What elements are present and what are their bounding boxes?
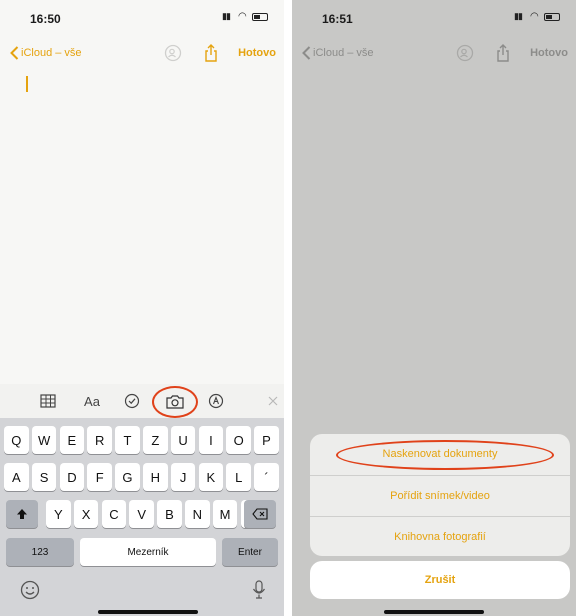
- signal-icon: ▮▮: [222, 11, 231, 21]
- add-people-icon[interactable]: [164, 44, 182, 62]
- backspace-icon: [252, 508, 268, 520]
- back-label: iCloud – vše: [21, 47, 82, 59]
- key-accent-9[interactable]: ´: [254, 463, 279, 491]
- nav-bar: iCloud – vše Hotovo: [292, 42, 576, 68]
- key-o[interactable]: O: [226, 426, 251, 454]
- add-people-icon[interactable]: [456, 44, 474, 62]
- markup-button[interactable]: [206, 391, 226, 411]
- home-indicator: [384, 610, 484, 614]
- space-key[interactable]: Mezerník: [80, 538, 216, 566]
- shift-icon: [17, 509, 27, 519]
- numbers-key[interactable]: 123: [6, 538, 74, 566]
- wifi-icon: ◠: [238, 11, 247, 22]
- key-r[interactable]: R: [87, 426, 112, 454]
- table-button[interactable]: [38, 391, 58, 411]
- key-k[interactable]: K: [198, 463, 224, 491]
- back-label: iCloud – vše: [313, 47, 374, 59]
- text-cursor: [26, 76, 28, 92]
- take-photo-video-option[interactable]: Pořídit snímek/video: [310, 475, 570, 515]
- back-button[interactable]: iCloud – vše: [302, 46, 374, 60]
- key-c[interactable]: C: [101, 500, 127, 528]
- status-icons: ▮▮ ◠: [222, 11, 268, 22]
- home-indicator: [98, 610, 198, 614]
- enter-key-label: Enter: [238, 546, 262, 558]
- done-button[interactable]: Hotovo: [530, 47, 568, 59]
- key-l[interactable]: L: [226, 463, 251, 491]
- back-button[interactable]: iCloud – vše: [10, 46, 82, 60]
- share-icon[interactable]: [204, 44, 218, 62]
- cancel-button[interactable]: Zrušit: [310, 561, 570, 599]
- emoji-icon: [20, 580, 40, 600]
- key-t[interactable]: T: [115, 426, 140, 454]
- table-icon: [40, 394, 56, 408]
- close-toolbar-button[interactable]: [266, 391, 280, 411]
- cancel-label: Zrušit: [424, 574, 456, 586]
- enter-key[interactable]: Enter: [222, 538, 278, 566]
- key-g[interactable]: G: [115, 463, 140, 491]
- key-j[interactable]: J: [170, 463, 196, 491]
- nav-bar: iCloud – vše Hotovo: [0, 42, 284, 68]
- key-x[interactable]: X: [73, 500, 99, 528]
- right-phone-screen: 16:51 ▮▮ ◠ iCloud – vše Hotovo Naskenova…: [292, 0, 576, 616]
- text-style-label: Aa: [84, 393, 100, 409]
- signal-icon: ▮▮: [514, 11, 523, 21]
- key-w[interactable]: W: [31, 426, 57, 454]
- key-n[interactable]: N: [185, 500, 210, 528]
- key-h[interactable]: H: [143, 463, 168, 491]
- battery-icon: [252, 12, 268, 21]
- key-f[interactable]: F: [87, 463, 112, 491]
- key-m[interactable]: M: [212, 500, 238, 528]
- key-a[interactable]: A: [4, 463, 29, 491]
- key-v[interactable]: V: [129, 500, 154, 528]
- checklist-icon: [124, 393, 140, 409]
- key-z[interactable]: Z: [143, 426, 168, 454]
- shift-key[interactable]: [6, 500, 38, 528]
- done-button[interactable]: Hotovo: [238, 47, 276, 59]
- annotation-circle-camera: [152, 386, 198, 418]
- emoji-button[interactable]: [20, 580, 40, 605]
- status-icons: ▮▮ ◠: [514, 11, 560, 22]
- dictation-button[interactable]: [252, 580, 266, 605]
- key-q[interactable]: Q: [4, 426, 29, 454]
- status-bar: 16:51 ▮▮ ◠: [292, 0, 576, 38]
- checklist-button[interactable]: [122, 391, 142, 411]
- key-b[interactable]: B: [157, 500, 182, 528]
- keyboard: QWERTZUIOP ASDFGHJKL´ YXCVBNMˇ 123 Mezer…: [0, 418, 284, 616]
- photo-library-label: Knihovna fotografií: [394, 530, 486, 543]
- key-p[interactable]: P: [254, 426, 279, 454]
- key-e[interactable]: E: [59, 426, 85, 454]
- key-s[interactable]: S: [31, 463, 57, 491]
- battery-icon: [544, 12, 560, 21]
- markup-pen-icon: [208, 393, 224, 409]
- key-i[interactable]: I: [198, 426, 224, 454]
- space-key-label: Mezerník: [127, 546, 169, 558]
- wifi-icon: ◠: [530, 11, 539, 22]
- left-phone-screen: 16:50 ▮▮ ◠ iCloud – vše Hotovo Aa Q W E …: [0, 0, 284, 616]
- format-toolbar: Aa: [0, 384, 284, 418]
- share-icon[interactable]: [496, 44, 510, 62]
- annotation-circle-scan: [336, 440, 554, 470]
- key-y[interactable]: Y: [46, 500, 71, 528]
- text-style-button[interactable]: Aa: [80, 391, 104, 411]
- backspace-key[interactable]: [244, 500, 276, 528]
- take-photo-video-label: Pořídit snímek/video: [390, 489, 490, 502]
- status-time: 16:51: [322, 12, 353, 26]
- key-d[interactable]: D: [59, 463, 85, 491]
- photo-library-option[interactable]: Knihovna fotografií: [310, 516, 570, 556]
- key-u[interactable]: U: [170, 426, 196, 454]
- status-time: 16:50: [30, 12, 61, 26]
- close-icon: [268, 396, 278, 406]
- chevron-left-icon: [10, 46, 19, 60]
- status-bar: 16:50 ▮▮ ◠: [0, 0, 284, 38]
- numbers-key-label: 123: [31, 546, 49, 558]
- chevron-left-icon: [302, 46, 311, 60]
- microphone-icon: [253, 580, 265, 599]
